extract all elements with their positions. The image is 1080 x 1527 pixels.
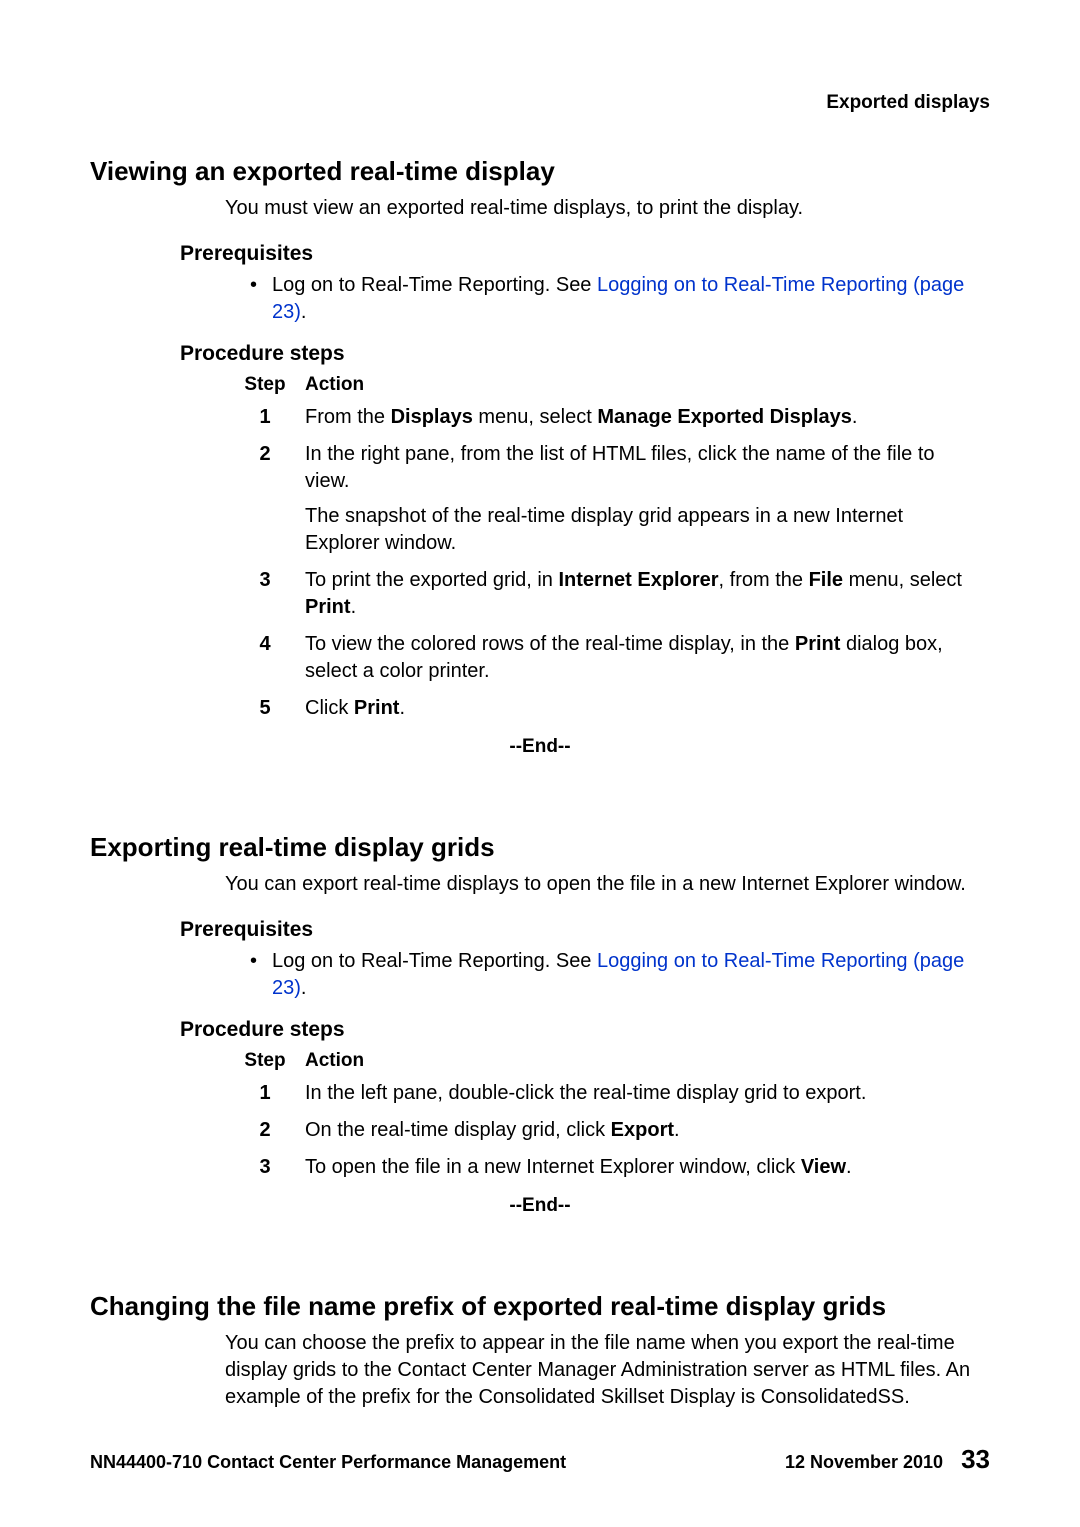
bold-text: Manage Exported Displays	[597, 406, 852, 428]
prereq-text: Log on to Real-Time Reporting. See	[272, 950, 597, 972]
step-action: On the real-time display grid, click Exp…	[305, 1117, 990, 1144]
section2-prereq-list: Log on to Real-Time Reporting. See Loggi…	[250, 948, 990, 1002]
section1-title: Viewing an exported real-time display	[90, 154, 990, 189]
step-number: 5	[225, 695, 305, 722]
text: From the	[305, 406, 391, 428]
column-header-action: Action	[305, 372, 990, 398]
table-row: 2 On the real-time display grid, click E…	[225, 1117, 990, 1144]
prereq-text: Log on to Real-Time Reporting. See	[272, 274, 597, 296]
column-header-action: Action	[305, 1048, 990, 1074]
bold-text: Print	[354, 697, 400, 719]
table-row: 3 To print the exported grid, in Interne…	[225, 567, 990, 621]
step-number: 3	[225, 1154, 305, 1181]
section1-intro: You must view an exported real-time disp…	[225, 195, 990, 222]
step-number: 1	[225, 1080, 305, 1107]
list-item: Log on to Real-Time Reporting. See Loggi…	[250, 948, 990, 1002]
text: In the left pane, double-click the real-…	[305, 1080, 980, 1107]
column-header-step: Step	[225, 1048, 305, 1074]
section1-prereq-heading: Prerequisites	[180, 240, 990, 268]
text: .	[674, 1119, 680, 1141]
step-number: 2	[225, 441, 305, 557]
end-marker: --End--	[90, 1193, 990, 1219]
text: The snapshot of the real-time display gr…	[305, 503, 980, 557]
text: menu, select	[473, 406, 598, 428]
text: On the real-time display grid, click	[305, 1119, 611, 1141]
page-body: Exported displays Viewing an exported re…	[0, 0, 1080, 1527]
step-number: 2	[225, 1117, 305, 1144]
section3-intro: You can choose the prefix to appear in t…	[225, 1330, 990, 1411]
section1-prereq-list: Log on to Real-Time Reporting. See Loggi…	[250, 272, 990, 326]
footer-page-number: 33	[961, 1442, 990, 1477]
list-item: Log on to Real-Time Reporting. See Loggi…	[250, 272, 990, 326]
section1-steps: 1 From the Displays menu, select Manage …	[225, 404, 990, 722]
running-header: Exported displays	[90, 90, 990, 116]
bold-text: Displays	[391, 406, 473, 428]
section2-steps: 1 In the left pane, double-click the rea…	[225, 1080, 990, 1181]
section2-intro: You can export real-time displays to ope…	[225, 871, 990, 898]
step-action: From the Displays menu, select Manage Ex…	[305, 404, 990, 431]
section2-proc-heading: Procedure steps	[180, 1016, 990, 1044]
bold-text: Print	[305, 596, 351, 618]
footer-right: 12 November 2010 33	[785, 1442, 990, 1477]
step-action: To open the file in a new Internet Explo…	[305, 1154, 990, 1181]
step-action: To print the exported grid, in Internet …	[305, 567, 990, 621]
table-row: 3 To open the file in a new Internet Exp…	[225, 1154, 990, 1181]
table-row: 1 In the left pane, double-click the rea…	[225, 1080, 990, 1107]
text: .	[852, 406, 858, 428]
step-number: 3	[225, 567, 305, 621]
footer-date: 12 November 2010	[785, 1450, 943, 1474]
table-row: 1 From the Displays menu, select Manage …	[225, 404, 990, 431]
table-row: 4 To view the colored rows of the real-t…	[225, 631, 990, 685]
text: menu, select	[843, 569, 962, 591]
text: To view the colored rows of the real-tim…	[305, 633, 795, 655]
bold-text: View	[801, 1156, 846, 1178]
prereq-text-after: .	[301, 977, 307, 999]
end-marker: --End--	[90, 734, 990, 760]
page-footer: NN44400-710 Contact Center Performance M…	[90, 1442, 990, 1477]
bold-text: Export	[611, 1119, 674, 1141]
table-row: 5 Click Print.	[225, 695, 990, 722]
column-header-step: Step	[225, 372, 305, 398]
text: .	[399, 697, 405, 719]
text: To open the file in a new Internet Explo…	[305, 1156, 801, 1178]
footer-doc-id: NN44400-710 Contact Center Performance M…	[90, 1450, 566, 1474]
step-action: To view the colored rows of the real-tim…	[305, 631, 990, 685]
bold-text: File	[809, 569, 843, 591]
text: , from the	[719, 569, 809, 591]
step-action: In the right pane, from the list of HTML…	[305, 441, 990, 557]
bold-text: Internet Explorer	[558, 569, 718, 591]
step-number: 1	[225, 404, 305, 431]
text: .	[351, 596, 357, 618]
steps-header: Step Action	[225, 1048, 990, 1074]
section1-proc-heading: Procedure steps	[180, 340, 990, 368]
section2-prereq-heading: Prerequisites	[180, 916, 990, 944]
text: In the right pane, from the list of HTML…	[305, 441, 980, 495]
text: Click	[305, 697, 354, 719]
text: To print the exported grid, in	[305, 569, 558, 591]
table-row: 2 In the right pane, from the list of HT…	[225, 441, 990, 557]
steps-header: Step Action	[225, 372, 990, 398]
section3-title: Changing the file name prefix of exporte…	[90, 1289, 990, 1324]
section2-title: Exporting real-time display grids	[90, 830, 990, 865]
step-action: In the left pane, double-click the real-…	[305, 1080, 990, 1107]
step-number: 4	[225, 631, 305, 685]
prereq-text-after: .	[301, 301, 307, 323]
text: .	[846, 1156, 852, 1178]
bold-text: Print	[795, 633, 841, 655]
step-action: Click Print.	[305, 695, 990, 722]
